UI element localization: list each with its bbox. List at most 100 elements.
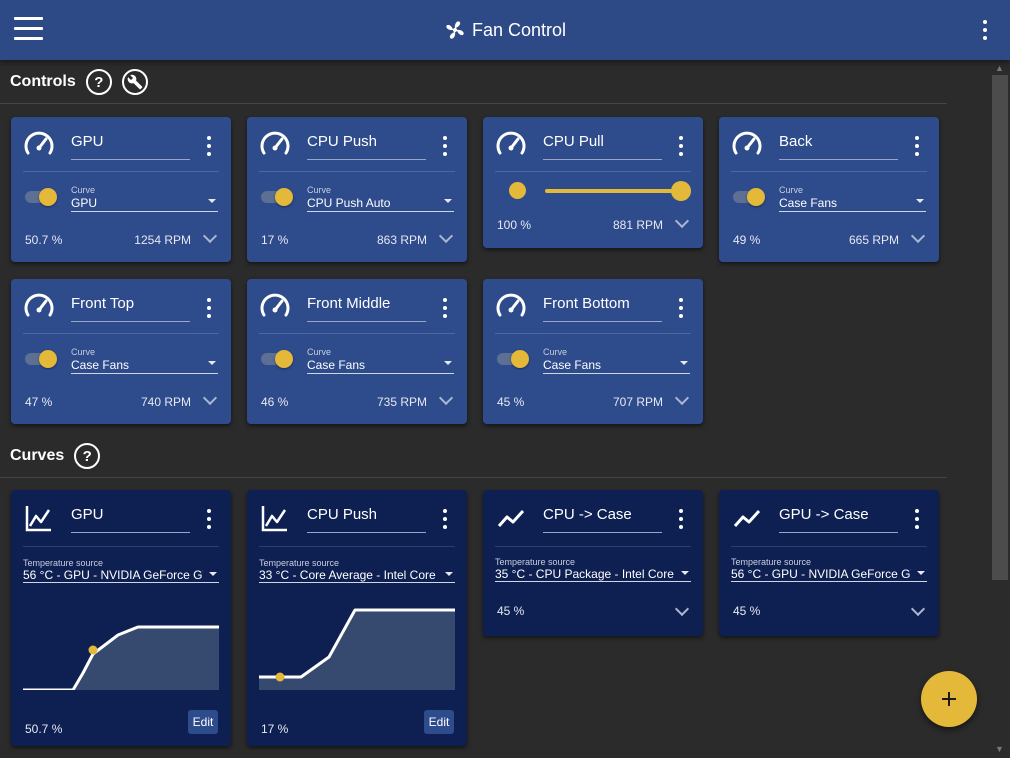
controls-header: Controls ? [10,69,148,95]
edit-curve-button[interactable]: Edit [424,710,454,734]
expand-chevron-icon[interactable] [202,390,218,406]
control-name-field[interactable]: Front Middle [307,295,426,322]
card-menu-icon[interactable] [678,136,684,156]
expand-chevron-icon[interactable] [438,228,454,244]
expand-chevron-icon[interactable] [438,390,454,406]
wrench-icon[interactable] [121,69,148,95]
temperature-source-select[interactable]: Temperature source 35 °C - CPU Package -… [495,557,691,582]
control-name: Front Top [71,295,135,312]
scroll-down-icon[interactable]: ▼ [995,744,1004,754]
curve-percent: 50.7 % [25,722,63,736]
auto-toggle[interactable] [25,349,59,369]
curve-percent: 17 % [261,722,289,736]
manual-speed-slider[interactable] [495,179,691,203]
auto-toggle[interactable] [733,187,767,207]
control-name-field[interactable]: Front Top [71,295,190,322]
fan-rpm: 735 RPM [376,395,427,409]
card-divider [495,546,691,547]
curve-select[interactable]: Curve GPU [71,183,218,212]
control-card-cpu-push: CPU Push Curve CPU Push Auto 17 % 863 RP… [247,117,467,262]
add-fab-button[interactable] [921,671,977,727]
expand-chevron-icon[interactable] [202,228,218,244]
expand-chevron-icon[interactable] [910,601,926,617]
chart-line-icon [25,506,51,532]
fan-percent: 47 % [25,395,53,409]
more-options-icon[interactable] [982,20,988,40]
auto-toggle[interactable] [25,187,59,207]
card-divider [259,171,455,172]
curve-select-label: Curve [71,347,96,357]
temperature-source-value: 56 °C - GPU - NVIDIA GeForce GTX [23,568,203,582]
expand-chevron-icon[interactable] [910,228,926,244]
curve-select[interactable]: Curve Case Fans [543,345,690,374]
control-name: CPU Push [307,133,378,150]
control-name: CPU Pull [543,133,604,150]
temperature-source-select[interactable]: Temperature source 56 °C - GPU - NVIDIA … [731,557,927,582]
control-name-field[interactable]: Back [779,133,898,160]
fan-percent: 17 % [261,233,289,247]
fan-percent: 46 % [261,395,289,409]
curve-select[interactable]: Curve Case Fans [779,183,926,212]
auto-toggle[interactable] [261,187,295,207]
card-menu-icon[interactable] [206,509,212,529]
control-name-field[interactable]: GPU [71,133,190,160]
dropdown-arrow-icon [680,361,688,365]
temperature-source-select[interactable]: Temperature source 56 °C - GPU - NVIDIA … [23,558,219,583]
auto-toggle[interactable] [497,349,531,369]
curve-select[interactable]: Curve CPU Push Auto [307,183,454,212]
expand-chevron-icon[interactable] [674,213,690,229]
dropdown-arrow-icon [445,572,453,576]
speedometer-icon [732,131,762,155]
card-menu-icon[interactable] [442,509,448,529]
scroll-thumb[interactable] [992,75,1008,580]
card-menu-icon[interactable] [678,298,684,318]
curve-select[interactable]: Curve Case Fans [71,345,218,374]
scrollbar[interactable]: ▲ ▼ [991,60,1010,758]
dropdown-arrow-icon [444,199,452,203]
card-divider [23,333,219,334]
curves-divider [0,477,947,478]
control-name-field[interactable]: CPU Pull [543,133,662,160]
control-card-cpu-pull: CPU Pull 100 % 881 RPM [483,117,703,248]
curve-name: GPU -> Case [779,506,869,523]
manual-toggle-knob[interactable] [509,182,526,199]
card-menu-icon[interactable] [206,298,212,318]
curve-select-label: Curve [307,347,332,357]
curves-header: Curves ? [10,443,101,469]
control-name-field[interactable]: CPU Push [307,133,426,160]
fan-curve-graph[interactable] [259,595,455,690]
speedometer-icon [260,131,290,155]
trending-up-icon [733,509,761,527]
curve-select[interactable]: Curve Case Fans [307,345,454,374]
card-menu-icon[interactable] [206,136,212,156]
curve-select-value: GPU [71,196,98,210]
card-menu-icon[interactable] [442,136,448,156]
scroll-up-icon[interactable]: ▲ [995,63,1004,73]
slider-thumb[interactable] [671,181,691,201]
temperature-source-value: 35 °C - CPU Package - Intel Core i5 [495,567,675,581]
curves-help-icon[interactable]: ? [74,443,101,469]
fan-rpm: 881 RPM [612,218,663,232]
card-divider [23,546,219,547]
curve-name-field[interactable]: GPU [71,506,190,533]
expand-chevron-icon[interactable] [674,390,690,406]
curve-name-field[interactable]: CPU Push [307,506,426,533]
card-menu-icon[interactable] [914,509,920,529]
curve-name-field[interactable]: GPU -> Case [779,506,898,533]
card-menu-icon[interactable] [442,298,448,318]
control-name-field[interactable]: Front Bottom [543,295,662,322]
curve-name-field[interactable]: CPU -> Case [543,506,662,533]
fan-curve-graph[interactable] [23,595,219,690]
fan-percent: 50.7 % [25,233,63,247]
controls-help-icon[interactable]: ? [85,69,112,95]
card-menu-icon[interactable] [914,136,920,156]
auto-toggle[interactable] [261,349,295,369]
expand-chevron-icon[interactable] [674,601,690,617]
edit-curve-button[interactable]: Edit [188,710,218,734]
curve-area [23,627,219,690]
temperature-source-select[interactable]: Temperature source 33 °C - Core Average … [259,558,455,583]
card-menu-icon[interactable] [678,509,684,529]
fan-percent: 49 % [733,233,761,247]
fan-rpm: 707 RPM [612,395,663,409]
temperature-source-label: Temperature source [495,557,576,567]
